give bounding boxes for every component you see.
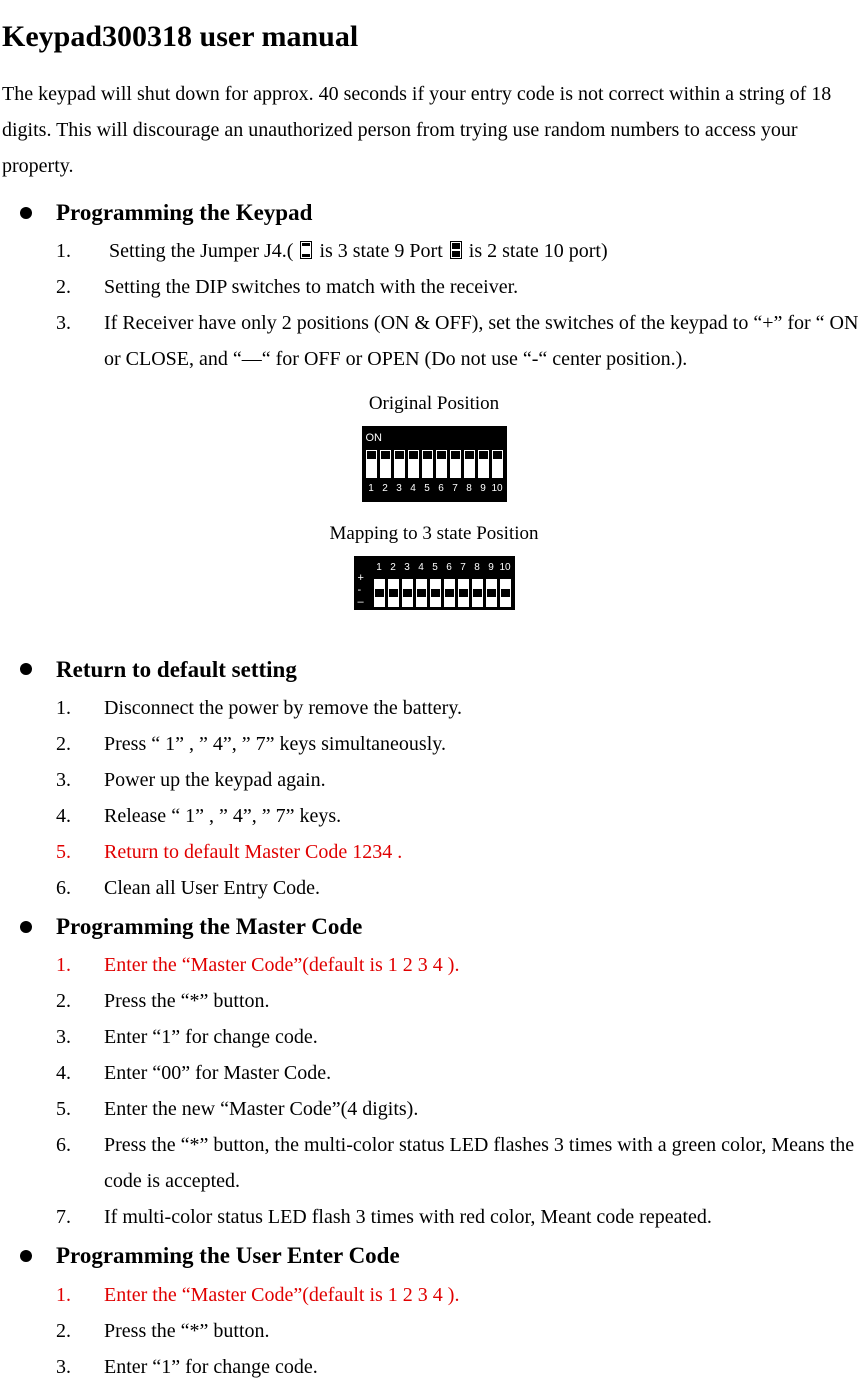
bullet-icon [20,663,32,675]
dip-switch [408,450,419,478]
dip-number: 6 [436,480,447,498]
section-programming-keypad: Programming the Keypad Setting the Jumpe… [2,192,864,619]
dip-switch [430,579,441,607]
item-text-part: is 3 state 9 Port [314,240,447,262]
item-text-part: is 2 state 10 port) [464,240,608,262]
bullet-icon [20,1250,32,1262]
list-item: Clean all User Entry Code. [2,870,864,906]
bullet-icon [20,921,32,933]
dip-switch [478,450,489,478]
list-item: Press the “*” button, the multi-color st… [2,1127,864,1199]
list-item: If multi-color status LED flash 3 times … [2,1199,864,1235]
dip-number-row: 1 2 3 4 5 6 7 8 9 10 [366,480,503,498]
side-mid: - [358,584,364,596]
list-item: If Receiver have only 2 positions (ON & … [2,305,864,377]
dip-number: 5 [422,480,433,498]
dip-switch [422,450,433,478]
dip-number: 2 [388,559,399,577]
dip-number-row-top: 1 2 3 4 5 6 7 8 9 10 [374,559,511,577]
dip-switch [450,450,461,478]
dip-number: 2 [380,480,391,498]
dip-number: 3 [394,480,405,498]
bullet-icon [20,207,32,219]
side-labels: + - – [358,572,364,608]
dip-number: 10 [492,480,503,498]
dip-switch [402,579,413,607]
three-state-jumper-icon [300,241,312,259]
section-return-default: Return to default setting Disconnect the… [2,649,864,906]
dip-switch [458,579,469,607]
list-item: Press the “*” button. [2,1313,864,1349]
dip-number: 5 [430,559,441,577]
figure-label-original: Original Position [2,387,864,421]
dip-number: 4 [416,559,427,577]
two-state-jumper-icon [450,241,462,259]
dip-switch [472,579,483,607]
dip-number: 8 [464,480,475,498]
dip-switch-figure: Original Position ON 1 2 [2,387,864,618]
dip-switch [394,450,405,478]
numbered-list: Disconnect the power by remove the batte… [2,690,864,906]
list-item: Setting the DIP switches to match with t… [2,269,864,305]
dip-number: 9 [478,480,489,498]
dip-number: 3 [402,559,413,577]
list-item: Release “ 1” , ” 4”, ” 7” keys. [2,798,864,834]
page-title: Keypad300318 user manual [2,10,864,64]
list-item: Enter “1” for change code. [2,1349,864,1385]
list-item: Press “ 1” , ” 4”, ” 7” keys simultaneou… [2,726,864,762]
side-plus: + [358,572,364,584]
dip-number: 9 [486,559,497,577]
list-item: Press the “*” button. [2,983,864,1019]
list-item: Enter the “Master Code”(default is 1 2 3… [2,947,864,983]
dip-number: 6 [444,559,455,577]
dip-number: 10 [500,559,511,577]
dip-switch [436,450,447,478]
dip-switch [388,579,399,607]
dip-switch [486,579,497,607]
figure-label-mapping: Mapping to 3 state Position [2,517,864,551]
list-item: Enter “1” for change code. [2,1019,864,1055]
list-item: Enter the new “Master Code”(4 digits). [2,1091,864,1127]
section-heading: Programming the User Enter Code [56,1235,400,1276]
sections-list: Programming the Keypad Setting the Jumpe… [2,192,864,1385]
section-user-enter-code: Programming the User Enter Code Enter th… [2,1235,864,1384]
list-item: Return to default Master Code 1234 . [2,834,864,870]
list-item: Enter “00” for Master Code. [2,1055,864,1091]
dip-number: 8 [472,559,483,577]
list-item: Setting the Jumper J4.( is 3 state 9 Por… [2,233,864,269]
list-item: Power up the keypad again. [2,762,864,798]
dip-switch [444,579,455,607]
dip-switch [374,579,385,607]
numbered-list: Setting the Jumper J4.( is 3 state 9 Por… [2,233,864,377]
dip-switch [492,450,503,478]
section-heading: Return to default setting [56,649,297,690]
dip-switch [366,450,377,478]
dip-number: 7 [450,480,461,498]
dip-number: 4 [408,480,419,498]
dip-switch [500,579,511,607]
dip-three-state-position: + - – 1 2 3 4 5 6 7 8 [354,556,515,610]
dip-original-position: ON 1 2 3 4 5 [362,426,507,503]
side-minus: – [358,596,364,608]
section-master-code: Programming the Master Code Enter the “M… [2,906,864,1235]
numbered-list: Enter the “Master Code”(default is 1 2 3… [2,1277,864,1385]
numbered-list: Enter the “Master Code”(default is 1 2 3… [2,947,864,1235]
list-item: Disconnect the power by remove the batte… [2,690,864,726]
section-heading: Programming the Keypad [56,192,312,233]
on-label: ON [366,429,503,449]
list-item: Enter the “Master Code”(default is 1 2 3… [2,1277,864,1313]
dip-switch [464,450,475,478]
intro-paragraph: The keypad will shut down for approx. 40… [2,76,864,184]
dip-number: 7 [458,559,469,577]
dip-number: 1 [366,480,377,498]
dip-switch [416,579,427,607]
dip-number: 1 [374,559,385,577]
section-heading: Programming the Master Code [56,906,362,947]
dip-switch [380,450,391,478]
item-text-part: Setting the Jumper J4.( [109,240,298,262]
